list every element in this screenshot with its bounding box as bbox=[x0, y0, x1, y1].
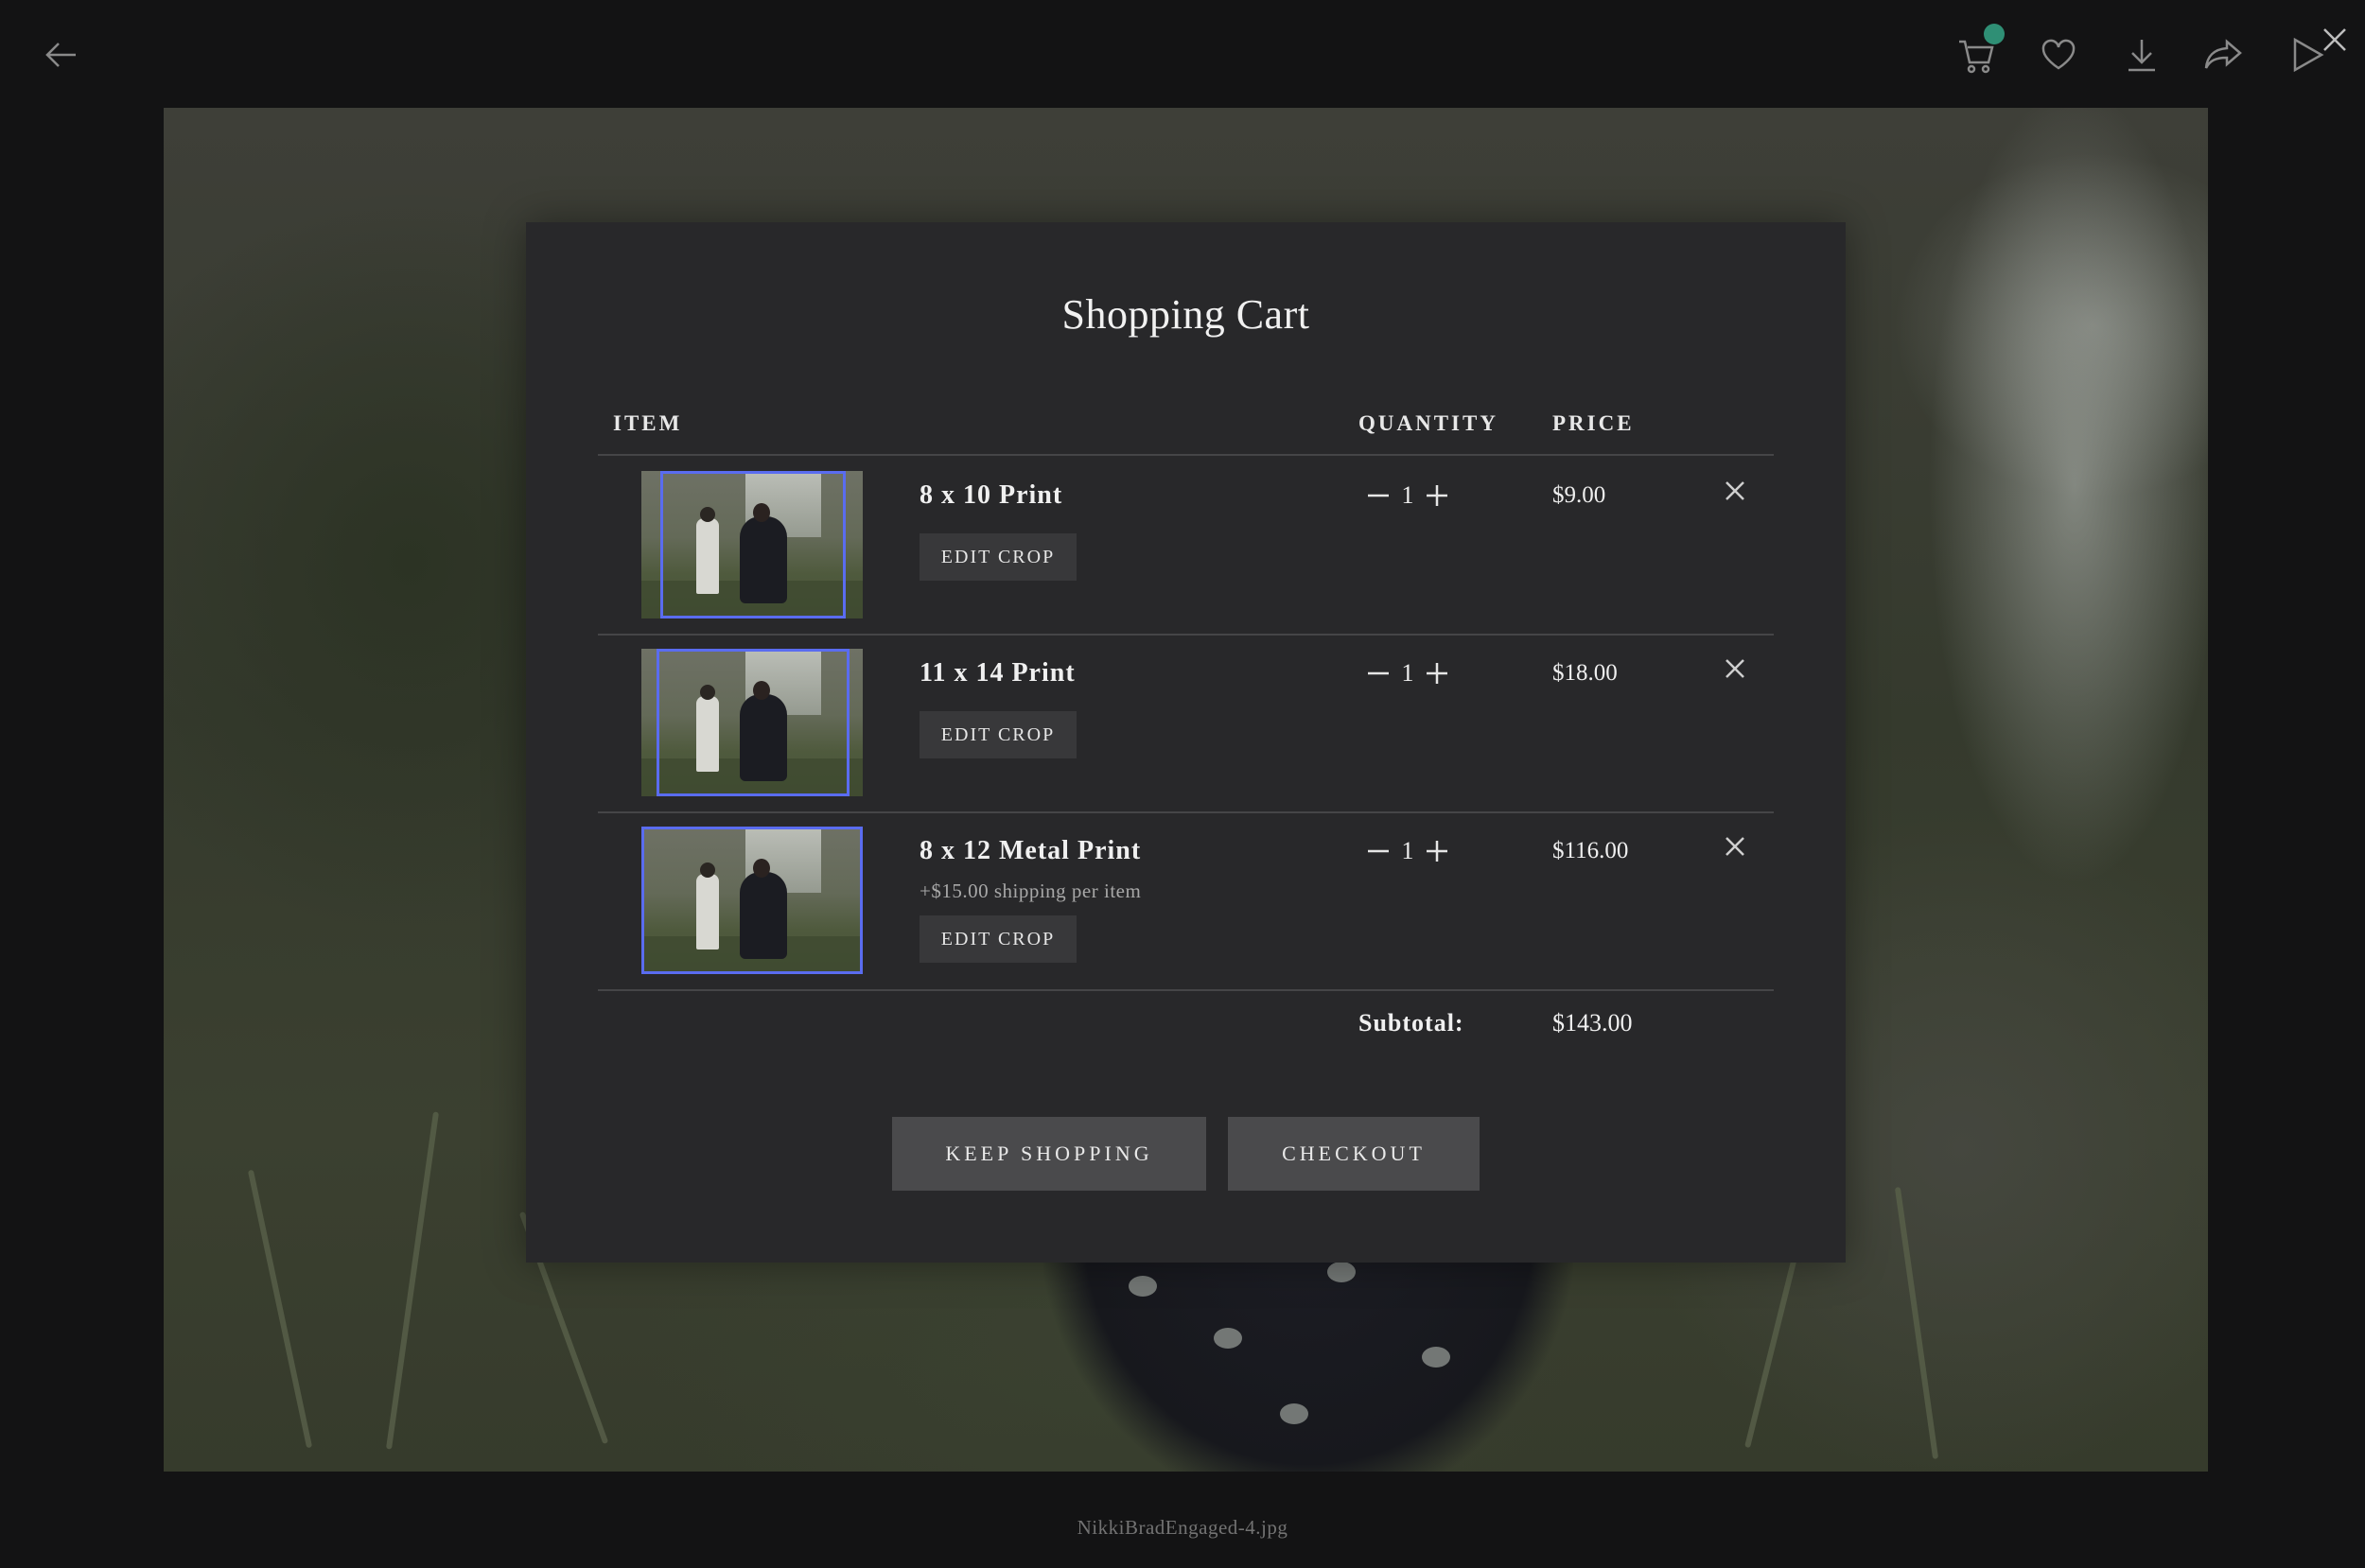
share-icon bbox=[2204, 39, 2242, 69]
plus-icon bbox=[1427, 663, 1447, 684]
cart-badge bbox=[1984, 24, 2005, 44]
download-button[interactable] bbox=[2115, 28, 2168, 81]
cart-row: 11 x 14 Print EDIT CROP 1 $18.00 bbox=[526, 634, 1846, 811]
photo-grass bbox=[1894, 1186, 1939, 1460]
remove-item-button[interactable] bbox=[1721, 477, 1749, 505]
item-price: $9.00 bbox=[1552, 482, 1606, 508]
shopping-cart-modal: Shopping Cart ITEM QUANTITY PRICE 8 x 10… bbox=[526, 222, 1846, 1263]
quantity-value: 1 bbox=[1401, 481, 1414, 509]
item-name: 11 x 14 Print bbox=[920, 658, 1076, 688]
shipping-note: +$15.00 shipping per item bbox=[920, 880, 1142, 902]
subtotal-value: $143.00 bbox=[1552, 1009, 1633, 1037]
item-thumbnail bbox=[641, 471, 863, 618]
back-button[interactable] bbox=[34, 28, 87, 81]
back-arrow-icon bbox=[45, 43, 76, 67]
minus-icon bbox=[1368, 494, 1389, 497]
column-header-item: ITEM bbox=[613, 411, 683, 435]
keep-shopping-button[interactable]: KEEP SHOPPING bbox=[892, 1117, 1206, 1191]
decrease-quantity-button[interactable] bbox=[1362, 657, 1394, 689]
photo-grass bbox=[247, 1169, 313, 1449]
quantity-stepper: 1 bbox=[1362, 832, 1453, 870]
close-icon bbox=[1726, 481, 1744, 500]
remove-item-button[interactable] bbox=[1721, 832, 1749, 861]
item-thumbnail bbox=[641, 649, 863, 796]
minus-icon bbox=[1368, 849, 1389, 853]
heart-icon bbox=[2041, 39, 2076, 70]
share-button[interactable] bbox=[2197, 28, 2250, 81]
increase-quantity-button[interactable] bbox=[1421, 835, 1453, 867]
item-name: 8 x 12 Metal Print bbox=[920, 836, 1142, 865]
close-icon bbox=[2323, 28, 2346, 51]
edit-crop-button[interactable]: EDIT CROP bbox=[920, 711, 1077, 758]
plus-icon bbox=[1427, 485, 1447, 506]
photo-flower bbox=[1214, 1328, 1242, 1349]
item-thumbnail bbox=[641, 827, 863, 974]
photo-flower bbox=[1280, 1403, 1308, 1424]
increase-quantity-button[interactable] bbox=[1421, 479, 1453, 512]
quantity-value: 1 bbox=[1401, 837, 1414, 864]
minus-icon bbox=[1368, 671, 1389, 675]
quantity-value: 1 bbox=[1401, 659, 1414, 687]
download-icon bbox=[2128, 40, 2155, 72]
favorite-button[interactable] bbox=[2032, 28, 2085, 81]
cart-title: Shopping Cart bbox=[1061, 291, 1310, 338]
photo-filename: NikkiBradEngaged-4.jpg bbox=[1077, 1516, 1288, 1539]
photo-grass bbox=[385, 1111, 440, 1450]
edit-crop-button[interactable]: EDIT CROP bbox=[920, 533, 1077, 581]
edit-crop-button[interactable]: EDIT CROP bbox=[920, 915, 1077, 963]
cart-row: 8 x 12 Metal Print +$15.00 shipping per … bbox=[526, 811, 1846, 989]
quantity-stepper: 1 bbox=[1362, 654, 1453, 692]
column-header-price: PRICE bbox=[1552, 411, 1635, 435]
close-icon bbox=[1726, 837, 1744, 856]
quantity-stepper: 1 bbox=[1362, 477, 1453, 514]
item-price: $116.00 bbox=[1552, 838, 1629, 863]
plus-icon bbox=[1427, 841, 1447, 862]
remove-item-button[interactable] bbox=[1721, 654, 1749, 683]
subtotal-label: Subtotal: bbox=[1358, 1009, 1464, 1037]
increase-quantity-button[interactable] bbox=[1421, 657, 1453, 689]
divider bbox=[598, 989, 1774, 991]
checkout-button[interactable]: CHECKOUT bbox=[1228, 1117, 1480, 1191]
close-viewer-button[interactable] bbox=[2312, 17, 2357, 62]
photo-flower bbox=[1327, 1262, 1356, 1282]
photo-flower bbox=[1422, 1347, 1450, 1368]
close-icon bbox=[1726, 659, 1744, 678]
item-name: 8 x 10 Print bbox=[920, 480, 1063, 510]
decrease-quantity-button[interactable] bbox=[1362, 479, 1394, 512]
column-header-quantity: QUANTITY bbox=[1358, 411, 1498, 435]
photo-flower bbox=[1129, 1276, 1157, 1297]
cart-row: 8 x 10 Print EDIT CROP 1 $9.00 bbox=[526, 456, 1846, 634]
item-price: $18.00 bbox=[1552, 660, 1618, 686]
decrease-quantity-button[interactable] bbox=[1362, 835, 1394, 867]
